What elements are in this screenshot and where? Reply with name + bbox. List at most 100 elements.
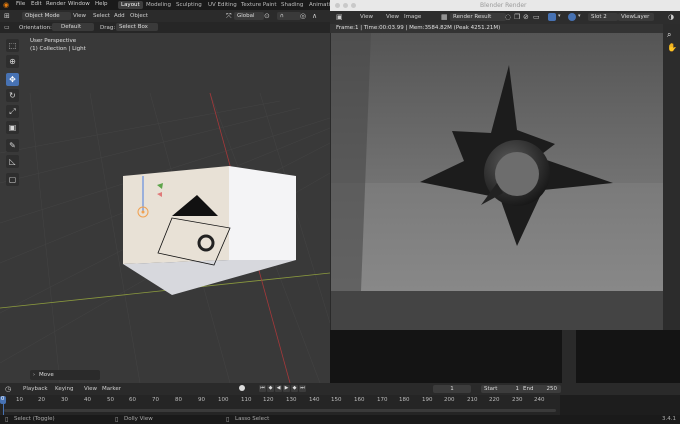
editor-type-icon[interactable]: ⊞ (4, 12, 14, 20)
pan-hand-icon[interactable]: ✋ (667, 43, 677, 52)
tab-uv-editing[interactable]: UV Editing (205, 1, 240, 9)
move-tool-icon[interactable]: ✥ (6, 73, 19, 86)
pivot-icon[interactable]: ⊙ (264, 12, 270, 20)
frame-tick: 140 (309, 397, 320, 403)
proportional-edit-icon[interactable]: ◎ (300, 12, 306, 20)
frame-tick: 90 (198, 397, 205, 403)
transform-orientation-icon: ⤧ (226, 12, 232, 20)
mouse-middle-icon: ▯ (115, 416, 119, 423)
play-reverse-icon[interactable]: ◀ (275, 385, 282, 392)
menu-view-render[interactable]: View (360, 14, 373, 20)
box-floor (123, 260, 296, 295)
image-browse-icon[interactable]: ▦ (441, 13, 448, 21)
close-window-icon[interactable] (335, 3, 340, 8)
timeline-editor-icon[interactable]: ◷ (5, 385, 11, 393)
menu-view[interactable]: View (73, 13, 86, 19)
object-mode-dropdown[interactable]: Object Mode (22, 12, 71, 20)
render-window-bottom (331, 291, 663, 330)
record-icon[interactable] (239, 385, 245, 391)
shield-icon[interactable]: ◌ (505, 13, 511, 21)
end-frame-field[interactable]: End 250 (520, 385, 561, 393)
image-name-field[interactable]: Render Result (450, 13, 506, 21)
tab-sculpting[interactable]: Sculpting (173, 1, 205, 9)
frame-tick: 180 (399, 397, 410, 403)
menu-file[interactable]: File (16, 1, 25, 7)
current-frame-value: 1 (450, 386, 454, 392)
folder-icon[interactable]: ▭ (533, 13, 540, 21)
current-frame-field[interactable]: 1 (433, 385, 471, 393)
tab-modeling[interactable]: Modeling (143, 1, 174, 9)
menu-select[interactable]: Select (93, 13, 110, 19)
status-lasso: Lasso Select (235, 416, 270, 422)
snap-toggle[interactable]: ∩ (277, 12, 301, 20)
render-result-image[interactable] (331, 33, 663, 291)
slot-dropdown[interactable]: Slot 2 (588, 13, 618, 21)
menu-edit[interactable]: Edit (31, 1, 42, 7)
view-layer-dropdown[interactable]: ViewLayer (618, 13, 654, 21)
display-channels-icon[interactable]: ◑ (668, 13, 674, 21)
add-cube-icon[interactable]: ▢ (6, 173, 19, 186)
menu-add[interactable]: Add (114, 13, 125, 19)
zoom-icon[interactable]: ⌕ (667, 30, 671, 40)
scale-tool-icon[interactable]: ⤢ (6, 105, 19, 118)
prev-keyframe-icon[interactable]: ◆ (267, 385, 274, 392)
3d-viewport[interactable]: User Perspective (1) Collection | Light (0, 33, 330, 383)
transform-orientation-dropdown[interactable]: Global (234, 12, 264, 20)
frame-tick: 100 (218, 397, 229, 403)
menu-marker[interactable]: Marker (102, 386, 121, 392)
rotate-tool-icon[interactable]: ↻ (6, 89, 19, 102)
jump-end-icon[interactable]: ⏭ (299, 385, 306, 392)
pin-icon[interactable]: ⊘ (523, 13, 529, 21)
frame-tick: 40 (84, 397, 91, 403)
tab-shading[interactable]: Shading (278, 1, 306, 9)
menu-view-2[interactable]: View (386, 14, 399, 20)
start-frame-field[interactable]: Start 1 (481, 385, 523, 393)
menu-image[interactable]: Image (404, 14, 421, 20)
image-editor-header: ▣ View View Image ▦ Render Result ◌ ❐ ⊘ … (330, 11, 680, 24)
tab-texture-paint[interactable]: Texture Paint (238, 1, 280, 9)
menu-object[interactable]: Object (130, 13, 148, 19)
frame-tick: 190 (422, 397, 433, 403)
overlay-toggle-icon[interactable] (568, 13, 576, 21)
frame-tick: 10 (16, 397, 23, 403)
collapse-arrow-icon: › (33, 372, 35, 378)
cursor-icon[interactable]: ⊕ (6, 55, 19, 68)
copy-icon[interactable]: ❐ (514, 13, 520, 21)
next-keyframe-icon[interactable]: ◆ (291, 385, 298, 392)
gizmo-toggle-icon[interactable] (548, 13, 556, 21)
select-box-icon[interactable]: ⬚ (6, 39, 19, 52)
blender-logo-icon[interactable]: ◉ (3, 1, 11, 9)
minimize-window-icon[interactable] (343, 3, 348, 8)
menu-help[interactable]: Help (95, 1, 108, 7)
menu-keying[interactable]: Keying (55, 386, 73, 392)
zoom-window-icon[interactable] (351, 3, 356, 8)
play-icon[interactable]: ▶ (283, 385, 290, 392)
drag-dropdown[interactable]: Select Box (116, 23, 158, 31)
measure-tool-icon[interactable]: ◺ (6, 155, 19, 168)
image-editor-nav: ⌕ ✋ (663, 24, 680, 330)
annotate-tool-icon[interactable]: ✎ (6, 139, 19, 152)
playhead-frame: 0 (1, 396, 5, 402)
menu-view-timeline[interactable]: View (84, 386, 97, 392)
jump-start-icon[interactable]: ⏮ (259, 385, 266, 392)
orientation-dropdown[interactable]: Default (52, 23, 94, 31)
mouse-right-icon: ▯ (226, 416, 230, 423)
tool-shelf: ⬚ ⊕ ✥ ↻ ⤢ ▣ ✎ ◺ ▢ (4, 38, 20, 188)
overlay-dropdown-icon[interactable]: ▾ (578, 13, 581, 19)
operator-label: Move (39, 372, 54, 378)
gizmo-dropdown-icon[interactable]: ▾ (558, 13, 561, 19)
falloff-icon[interactable]: ∧ (312, 12, 317, 20)
menu-window[interactable]: Window (68, 1, 90, 7)
select-mode-icon[interactable]: ▭ (4, 24, 10, 31)
frame-tick: 150 (331, 397, 342, 403)
timeline-scrollbar[interactable] (4, 409, 556, 412)
orientation-value: Default (61, 24, 82, 30)
status-dolly: Dolly View (124, 416, 153, 422)
status-bar: ▯ Select (Toggle) ▯ Dolly View ▯ Lasso S… (0, 415, 680, 424)
image-editor-type-icon[interactable]: ▣ (336, 13, 343, 21)
menu-render[interactable]: Render (46, 1, 66, 7)
last-operator-panel[interactable]: › Move (30, 370, 100, 380)
transform-tool-icon[interactable]: ▣ (6, 121, 19, 134)
menu-playback[interactable]: Playback (23, 386, 48, 392)
tab-layout[interactable]: Layout (118, 1, 143, 9)
